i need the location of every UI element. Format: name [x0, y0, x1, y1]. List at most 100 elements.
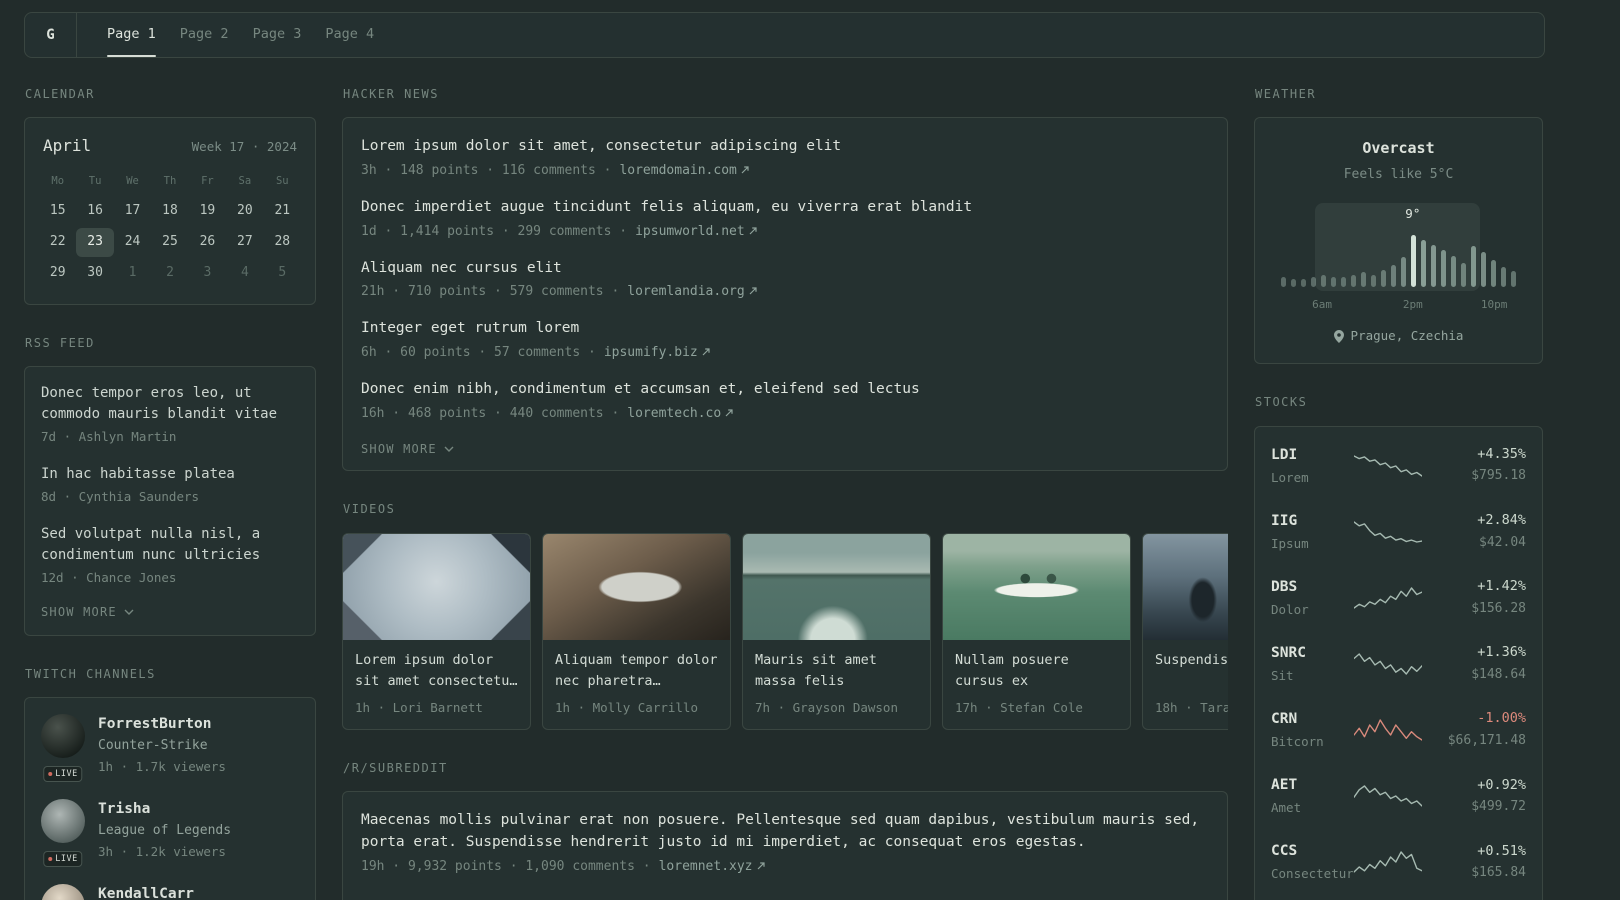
video-meta: 18h · Tara: [1155, 699, 1228, 715]
page-tab[interactable]: Page 1: [95, 13, 168, 57]
day-of-week-label: We: [126, 174, 139, 187]
weather-bar: [1451, 255, 1456, 287]
stock-change: +0.51%: [1477, 842, 1526, 859]
hn-item-title[interactable]: Lorem ipsum dolor sit amet, consectetur …: [361, 136, 1209, 158]
hn-item-meta: 16h · 468 points · 440 comments · loremte…: [361, 405, 1209, 424]
stock-name: Amet: [1271, 800, 1302, 816]
rss-item-title[interactable]: Sed volutpat nulla nisl, a condimentum n…: [41, 524, 299, 566]
subreddit-item-domain-label: loremnet.xyz: [658, 858, 753, 874]
subreddit-item-title[interactable]: Maecenas mollis pulvinar erat non posuer…: [361, 810, 1209, 854]
videos-header: VIDEOS: [343, 502, 396, 517]
hn-item: Donec imperdiet augue tincidunt felis al…: [361, 197, 1209, 242]
weather-bar: [1461, 262, 1466, 287]
calendar-day: 5: [278, 264, 287, 280]
page-tab[interactable]: Page 4: [313, 13, 386, 57]
rss-item-title[interactable]: In hac habitasse platea: [41, 464, 299, 485]
twitch-channel[interactable]: LIVE Trisha League of Legends 3h · 1.2k …: [41, 798, 299, 867]
weather-peak-label: 9°: [1405, 205, 1421, 221]
stock-name: Ipsum: [1271, 535, 1309, 551]
subreddit-item-domain[interactable]: loremnet.xyz: [659, 859, 765, 874]
video-title[interactable]: Suspendisse diam: [1155, 650, 1228, 692]
rss-show-more-button[interactable]: SHOW MORE: [41, 605, 134, 619]
rss-item-meta: 12d · Chance Jones: [41, 570, 177, 586]
rss-item: In hac habitasse platea 8d · Cynthia Sau…: [41, 464, 299, 506]
stock-sparkline: [1354, 653, 1422, 675]
stock-row[interactable]: DBS Dolor +1.42% $156.28: [1271, 565, 1526, 631]
subreddit-item-stats: 19h · 9,932 points · 1,090 comments ·: [361, 858, 651, 874]
video-card[interactable]: Mauris sit amet massa felis 7h · Grayson…: [742, 532, 931, 730]
rss-item-meta: 7d · Ashlyn Martin: [41, 429, 177, 445]
stock-row[interactable]: AET Amet +0.92% $499.72: [1271, 763, 1526, 829]
video-title[interactable]: Lorem ipsum dolor sit amet consectetu…: [355, 650, 518, 692]
hn-item-domain-label: loremlandia.org: [627, 284, 745, 300]
hn-item-domain[interactable]: loremlandia.org: [627, 284, 757, 300]
hn-item-title[interactable]: Integer eget rutrum lorem: [361, 318, 1209, 340]
stock-values: +2.84% $42.04: [1430, 511, 1526, 552]
weather-card: Overcast Feels like 5°C 9° 6am 2pm 10pm Pr…: [1254, 117, 1543, 365]
live-badge: LIVE: [43, 765, 83, 782]
stock-row[interactable]: LDI Lorem +4.35% $795.18: [1271, 433, 1526, 499]
stock-row[interactable]: SNRC Sit +1.36% $148.64: [1271, 631, 1526, 697]
rss-item-title[interactable]: Donec tempor eros leo, ut commodo mauris…: [41, 383, 299, 425]
stock-price: $66,171.48: [1447, 732, 1526, 748]
video-meta: 1h · Molly Carrillo: [555, 699, 698, 715]
video-title[interactable]: Aliquam tempor dolor nec pharetra…: [555, 650, 718, 692]
calendar-week-year: Week 17 · 2024: [191, 139, 297, 155]
day-of-week-label: Fr: [201, 174, 214, 187]
channel-name[interactable]: ForrestBurton: [98, 714, 226, 735]
hn-item-title[interactable]: Donec enim nibh, condimentum et accumsan…: [361, 379, 1209, 401]
channel-avatar-wrap: LIVE: [41, 798, 85, 867]
stock-change: +0.92%: [1477, 776, 1526, 793]
stock-name: Consectetur: [1271, 866, 1354, 882]
channel-avatar: [41, 798, 85, 843]
hn-item-meta: 21h · 710 points · 579 comments · loremla…: [361, 283, 1209, 302]
calendar-day: 25: [162, 233, 178, 249]
hn-item-title[interactable]: Aliquam nec cursus elit: [361, 258, 1209, 280]
stock-sparkline: [1354, 521, 1422, 543]
hn-item-title[interactable]: Donec imperdiet augue tincidunt felis al…: [361, 197, 1209, 219]
hn-show-more-label: SHOW MORE: [361, 442, 437, 457]
video-card[interactable]: Nullam posuere cursus ex 17h · Stefan Co…: [942, 532, 1131, 730]
video-card[interactable]: Lorem ipsum dolor sit amet consectetu… 1…: [342, 532, 531, 730]
external-link-icon: [757, 862, 765, 870]
stock-row[interactable]: CCS Consectetur +0.51% $165.84: [1271, 829, 1526, 895]
app-logo[interactable]: G: [25, 13, 77, 57]
stock-change: +2.84%: [1477, 512, 1526, 528]
chevron-down-icon: [124, 609, 134, 615]
video-title[interactable]: Mauris sit amet massa felis: [755, 650, 918, 692]
stock-row[interactable]: IIG Ipsum +2.84% $42.04: [1271, 499, 1526, 565]
channel-name[interactable]: Trisha: [98, 799, 231, 820]
stock-row[interactable]: CRN Bitcorn -1.00% $66,171.48: [1271, 697, 1526, 763]
page-tab[interactable]: Page 3: [241, 13, 314, 57]
calendar-day: 18: [162, 202, 178, 218]
twitch-channel[interactable]: KendallCarr: [41, 883, 299, 900]
channel-info: Trisha League of Legends 3h · 1.2k viewe…: [98, 799, 231, 861]
channel-info: KendallCarr: [98, 884, 194, 900]
hn-item-domain[interactable]: loremdomain.com: [619, 163, 749, 178]
calendar-day: 17: [124, 202, 141, 218]
hn-item-domain[interactable]: ipsumify.biz: [604, 345, 710, 360]
stock-change: +1.42%: [1477, 578, 1526, 595]
stock-symbol: IIG: [1271, 512, 1298, 529]
video-title[interactable]: Nullam posuere cursus ex: [955, 650, 1118, 692]
channel-name[interactable]: KendallCarr: [98, 884, 194, 900]
page-tab[interactable]: Page 2: [168, 13, 241, 57]
hn-item-domain[interactable]: ipsumworld.net: [635, 224, 757, 239]
video-card[interactable]: Aliquam tempor dolor nec pharetra… 1h · …: [542, 532, 731, 730]
hn-show-more-button[interactable]: SHOW MORE: [361, 442, 454, 456]
videos-widget: VIDEOS Lorem ipsum dolor sit amet consec…: [342, 501, 1228, 730]
rss-item-meta: 8d · Cynthia Saunders: [41, 489, 200, 505]
channel-avatar: [41, 713, 85, 758]
video-thumbnail: [1143, 533, 1228, 640]
video-card[interactable]: Suspendisse diam 18h · Tara: [1142, 532, 1228, 730]
twitch-channel[interactable]: LIVE ForrestBurton Counter-Strike 1h · 1…: [41, 713, 299, 782]
right-column: WEATHER Overcast Feels like 5°C 9° 6am 2p…: [1254, 86, 1543, 900]
rss-header: RSS FEED: [25, 335, 95, 350]
hackernews-header: HACKER NEWS: [343, 87, 439, 101]
calendar-card: April Week 17 · 2024 Mo Tu We Th Fr Sa Su 15 16…: [24, 117, 316, 305]
weather-bar: [1371, 274, 1376, 287]
hn-item-domain[interactable]: loremtech.co: [627, 406, 733, 421]
stock-row[interactable]: AHS +0.46%: [1271, 895, 1526, 900]
calendar-day: 30: [87, 264, 103, 280]
weather-bar: [1321, 274, 1326, 287]
